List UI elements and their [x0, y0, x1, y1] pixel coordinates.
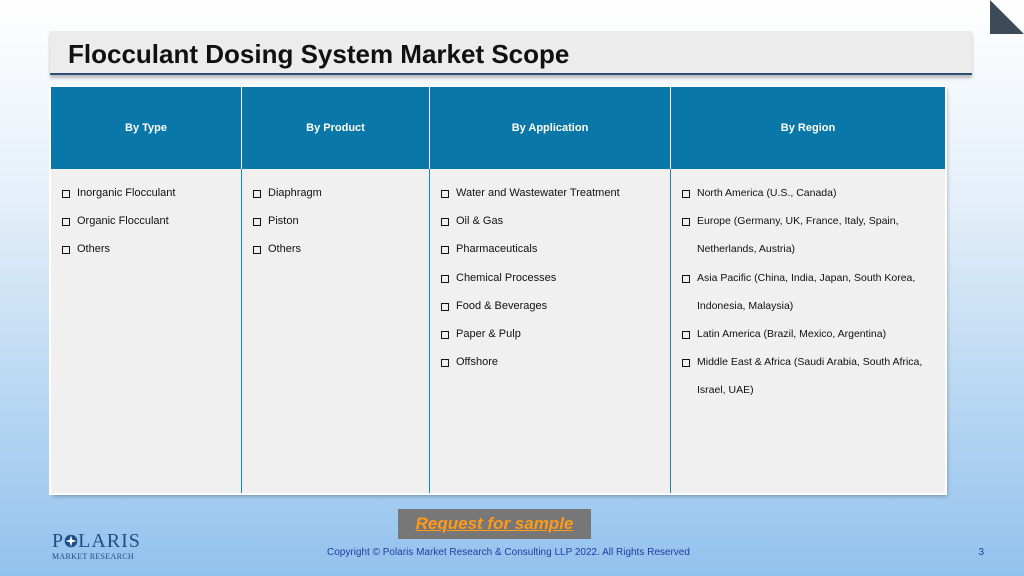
list-item-continuation: Indonesia, Malaysia)	[697, 299, 794, 312]
list-item: North America (U.S., Canada)	[681, 179, 939, 207]
logo-wordmark: P LARIS	[52, 530, 141, 552]
checkbox-bullet-icon	[441, 246, 449, 255]
list-item: Water and Wastewater Treatment	[440, 179, 664, 207]
list-item: Chemical Processes	[440, 264, 664, 292]
checkbox-bullet-icon	[253, 246, 261, 255]
checkbox-bullet-icon	[682, 274, 690, 283]
checkbox-bullet-icon	[441, 218, 449, 227]
header-by-product: By Product	[242, 87, 430, 169]
header-by-type: By Type	[51, 87, 242, 169]
list-item: Offshore	[440, 348, 664, 376]
request-sample-button[interactable]: Request for sample	[398, 509, 591, 539]
checkbox-bullet-icon	[441, 359, 449, 368]
checkbox-bullet-icon	[441, 190, 449, 198]
list-item: Diaphragm	[252, 179, 423, 207]
type-list: Inorganic Flocculant Organic Flocculant …	[51, 169, 242, 493]
list-item: Paper & Pulp	[440, 320, 664, 348]
page-number: 3	[978, 547, 984, 558]
list-item: Europe (Germany, UK, France, Italy, Spai…	[681, 207, 939, 235]
corner-fold-icon	[990, 0, 1024, 34]
list-item: Oil & Gas	[440, 207, 664, 235]
copyright-text: Copyright © Polaris Market Research & Co…	[327, 547, 690, 558]
list-item: Piston	[252, 207, 423, 235]
checkbox-bullet-icon	[682, 359, 690, 368]
checkbox-bullet-icon	[62, 218, 70, 227]
list-item: Organic Flocculant	[61, 207, 235, 235]
application-list: Water and Wastewater Treatment Oil & Gas…	[430, 169, 671, 493]
list-item: Food & Beverages	[440, 292, 664, 320]
checkbox-bullet-icon	[441, 274, 449, 283]
title-bar: Flocculant Dosing System Market Scope	[50, 31, 972, 75]
market-scope-table: By Type By Product By Application By Reg…	[51, 87, 945, 493]
list-item: Pharmaceuticals	[440, 235, 664, 263]
list-item: Others	[61, 235, 235, 263]
list-item: Latin America (Brazil, Mexico, Argentina…	[681, 320, 939, 348]
checkbox-bullet-icon	[682, 218, 690, 227]
checkbox-bullet-icon	[682, 331, 690, 340]
region-list: North America (U.S., Canada) Europe (Ger…	[671, 169, 945, 493]
checkbox-bullet-icon	[441, 302, 449, 311]
checkbox-bullet-icon	[253, 218, 261, 227]
checkbox-bullet-icon	[441, 331, 449, 340]
list-item: Inorganic Flocculant	[61, 179, 235, 207]
product-list: Diaphragm Piston Others	[242, 169, 430, 493]
list-item: Others	[252, 235, 423, 263]
polaris-star-icon	[64, 534, 78, 548]
list-item-continuation: Israel, UAE)	[697, 384, 754, 397]
checkbox-bullet-icon	[253, 190, 261, 198]
header-by-region: By Region	[671, 87, 945, 169]
checkbox-bullet-icon	[682, 190, 690, 198]
page-title: Flocculant Dosing System Market Scope	[68, 39, 570, 69]
checkbox-bullet-icon	[62, 246, 70, 255]
header-by-application: By Application	[430, 87, 671, 169]
list-item: Middle East & Africa (Saudi Arabia, Sout…	[681, 348, 939, 376]
checkbox-bullet-icon	[62, 190, 70, 198]
logo-tagline: MARKET RESEARCH	[52, 552, 134, 561]
list-item: Asia Pacific (China, India, Japan, South…	[681, 264, 939, 292]
list-item-continuation: Netherlands, Austria)	[697, 243, 796, 256]
polaris-logo: P LARIS MARKET RESEARCH	[52, 531, 141, 561]
